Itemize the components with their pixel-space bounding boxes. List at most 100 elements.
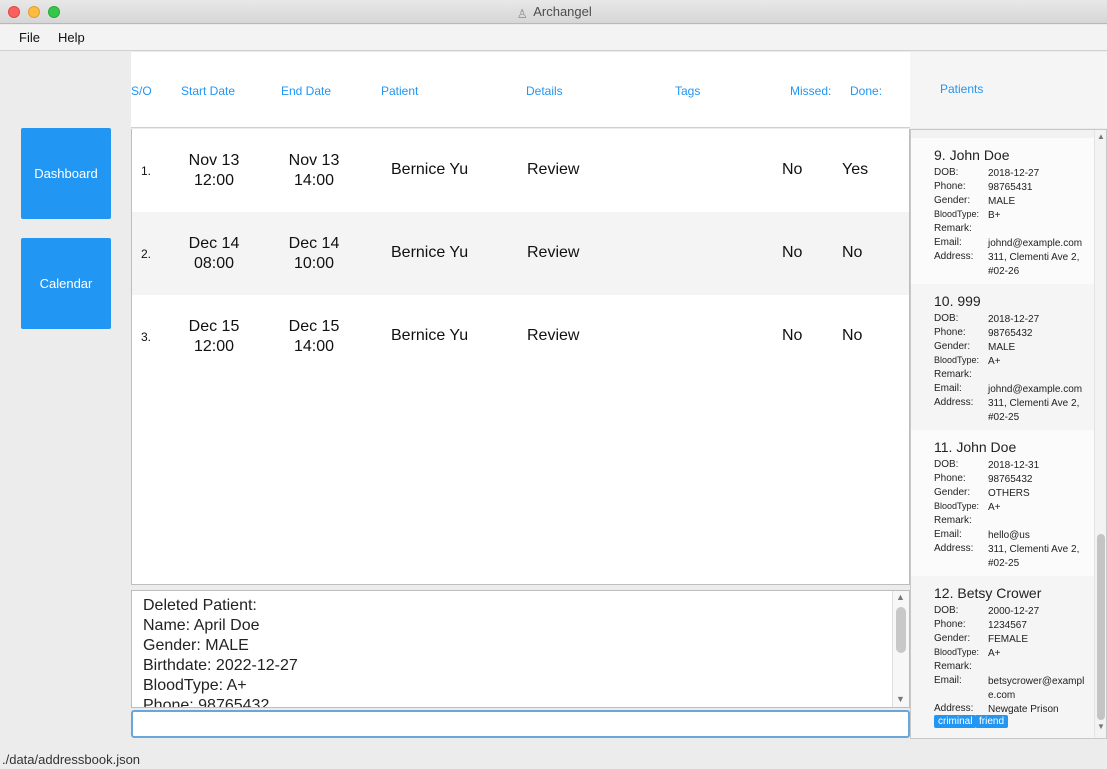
result-line: BloodType: A+ — [143, 677, 247, 694]
scroll-up-icon[interactable]: ▲ — [896, 592, 905, 602]
header-end-date: End Date — [281, 84, 332, 98]
dob-label: DOB: — [934, 313, 959, 324]
gender-label: Gender: — [934, 633, 971, 644]
gender-label: Gender: — [934, 487, 971, 498]
table-row[interactable]: 2. Dec 14 08:00 Dec 14 10:00 Bernice Yu Re… — [132, 212, 909, 295]
email-label: Email: — [934, 675, 962, 686]
row-end-time: 10:00 — [293, 255, 335, 272]
patient-name: 12. Betsy Crower — [934, 585, 1042, 601]
row-missed: No — [782, 244, 803, 261]
scroll-up-icon[interactable]: ▲ — [1097, 132, 1105, 141]
scroll-down-icon[interactable]: ▼ — [1097, 722, 1105, 731]
row-patient: Bernice Yu — [391, 244, 469, 261]
row-start-date: Dec 14 — [188, 235, 240, 252]
patient-list[interactable]: 9. John Doe DOB: 2018-12-27 Phone: 98765… — [910, 129, 1107, 739]
row-end: Dec 15 14:00 — [274, 317, 354, 357]
gender-label: Gender: — [934, 341, 971, 352]
dob-label: DOB: — [934, 167, 959, 178]
email-label: Email: — [934, 237, 962, 248]
row-sn: 3. — [141, 330, 152, 344]
row-end-date: Dec 14 — [288, 235, 340, 252]
email-value: betsycrower@exampl — [988, 676, 1085, 687]
title-bar[interactable]: ♙ Archangel — [0, 0, 1107, 24]
row-end: Nov 13 14:00 — [274, 151, 354, 191]
row-start: Dec 14 08:00 — [174, 234, 254, 274]
row-done: No — [842, 244, 863, 261]
patient-list-scrollbar[interactable]: ▲ ▼ — [1094, 130, 1106, 738]
email-label: Email: — [934, 529, 962, 540]
address-label: Address: — [934, 703, 974, 714]
header-done: Done: — [850, 84, 883, 98]
dob-value: 2018-12-27 — [988, 168, 1040, 179]
patient-card[interactable]: 11. John Doe DOB: 2018-12-31 Phone: 9876… — [911, 430, 1094, 576]
row-start-date: Dec 15 — [188, 318, 240, 335]
result-scrollbar[interactable]: ▲ ▼ — [892, 591, 909, 707]
row-end-date: Dec 15 — [288, 318, 340, 335]
row-start: Nov 13 12:00 — [174, 151, 254, 191]
row-end: Dec 14 10:00 — [274, 234, 354, 274]
result-line: Phone: 98765432 — [143, 697, 270, 708]
header-start-date: Start Date — [181, 84, 236, 98]
app-icon: ♙ — [516, 7, 528, 21]
email-value: hello@us — [988, 530, 1030, 541]
calendar-button[interactable]: Calendar — [21, 238, 111, 329]
result-text: Deleted Patient: Name: April Doe Gender:… — [143, 596, 298, 708]
patient-name: 9. John Doe — [934, 147, 1010, 163]
row-end-date: Nov 13 — [288, 152, 340, 169]
phone-value: 1234567 — [988, 620, 1027, 631]
window-title-group: ♙ Archangel — [0, 4, 1107, 21]
phone-label: Phone: — [934, 473, 966, 484]
scroll-down-icon[interactable]: ▼ — [896, 694, 905, 704]
email-label: Email: — [934, 383, 962, 394]
phone-label: Phone: — [934, 327, 966, 338]
email-value-wrap: e.com — [988, 690, 1016, 701]
dashboard-button[interactable]: Dashboard — [21, 128, 111, 219]
row-start-date: Nov 13 — [188, 152, 240, 169]
patient-card[interactable]: 12. Betsy Crower DOB: 2000-12-27 Phone: … — [911, 576, 1094, 738]
row-end-time: 14:00 — [293, 338, 335, 355]
result-scroll-thumb[interactable] — [896, 607, 906, 653]
result-line: Gender: MALE — [143, 637, 249, 654]
row-done: No — [842, 327, 863, 344]
blood-label: BloodType: — [934, 501, 980, 511]
patient-card[interactable]: 9. John Doe DOB: 2018-12-27 Phone: 98765… — [911, 138, 1094, 284]
address-line-1: 311, Clementi Ave 2, — [988, 398, 1080, 409]
gender-value: OTHERS — [988, 488, 1030, 499]
appointment-table: 1. Nov 13 12:00 Nov 13 14:00 Bernice Yu Re… — [131, 129, 910, 585]
menu-bar: File Help — [0, 25, 1107, 51]
table-row[interactable]: 3. Dec 15 12:00 Dec 15 14:00 Bernice Yu Re… — [132, 295, 909, 378]
address-line-2: #02-25 — [988, 412, 1020, 423]
row-start-time: 12:00 — [193, 338, 235, 355]
window-title: Archangel — [533, 4, 592, 19]
patient-name: 10. 999 — [934, 293, 981, 309]
phone-label: Phone: — [934, 619, 966, 630]
appointment-table-header: S/O Start Date End Date Patient Details … — [131, 52, 910, 128]
table-row[interactable]: 1. Nov 13 12:00 Nov 13 14:00 Bernice Yu Re… — [132, 129, 909, 212]
menu-file[interactable]: File — [19, 30, 40, 45]
menu-help[interactable]: Help — [58, 30, 85, 45]
command-input[interactable] — [133, 712, 908, 736]
email-value: johnd@example.com — [988, 384, 1083, 395]
header-missed: Missed: — [790, 84, 832, 98]
address-line-2: #02-25 — [988, 558, 1020, 569]
row-start: Dec 15 12:00 — [174, 317, 254, 357]
patient-tags: criminal friend — [934, 715, 1044, 731]
patient-scroll-thumb[interactable] — [1097, 534, 1105, 720]
status-file-path: ./data/addressbook.json — [2, 752, 141, 767]
remark-label: Remark: — [934, 661, 972, 672]
blood-label: BloodType: — [934, 209, 980, 219]
phone-value: 98765432 — [988, 474, 1033, 485]
command-box[interactable] — [131, 710, 910, 738]
result-line: Name: April Doe — [143, 617, 260, 634]
result-display[interactable]: Deleted Patient: Name: April Doe Gender:… — [131, 590, 910, 708]
row-start-time: 08:00 — [193, 255, 235, 272]
patient-name: 11. John Doe — [934, 439, 1017, 455]
row-done: Yes — [842, 161, 869, 178]
row-details: Review — [527, 327, 580, 344]
header-tags: Tags — [675, 84, 701, 98]
result-line: Deleted Patient: — [143, 597, 257, 614]
email-value: johnd@example.com — [988, 238, 1083, 249]
remark-label: Remark: — [934, 369, 972, 380]
patient-card[interactable]: 10. 999 DOB: 2018-12-27 Phone: 98765432 … — [911, 284, 1094, 430]
tag-badge: criminal — [934, 715, 977, 728]
